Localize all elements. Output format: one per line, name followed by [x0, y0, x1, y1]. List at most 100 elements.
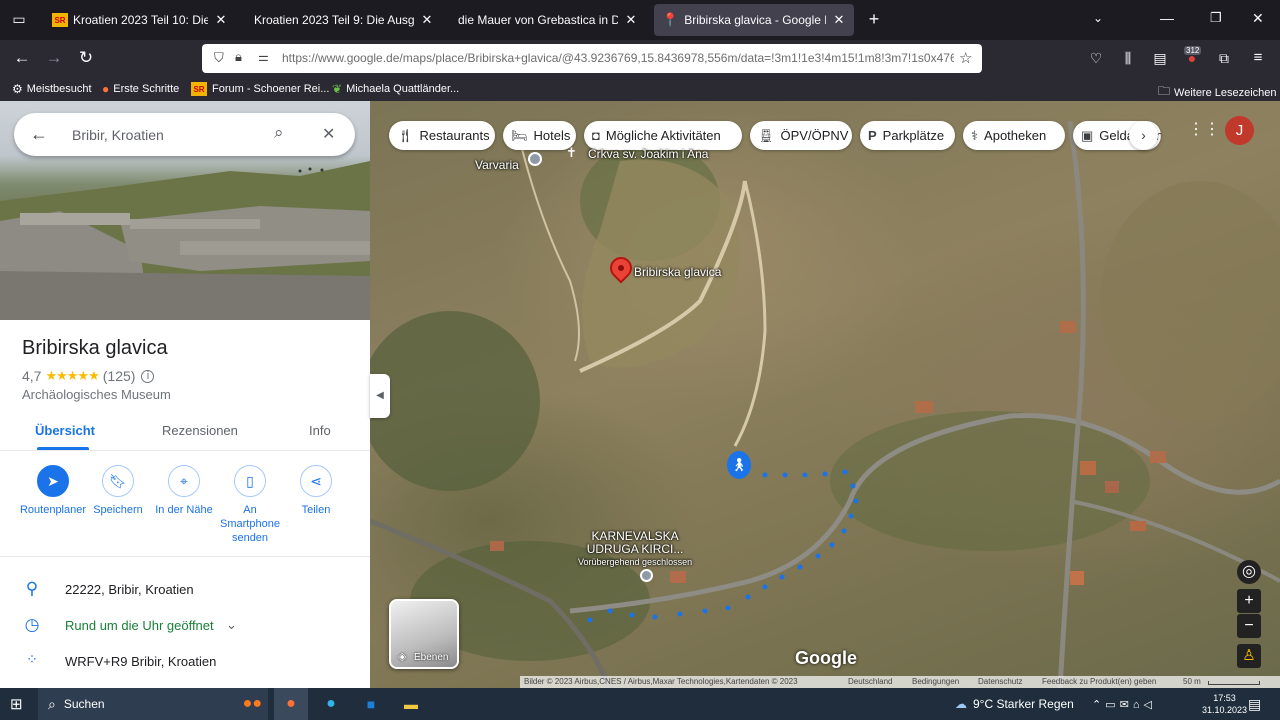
reload-button[interactable]: ↻	[76, 48, 96, 68]
address-row[interactable]: ⚲ 22222, Bribir, Kroatien	[0, 575, 370, 605]
permissions-icon[interactable]: ⚌	[258, 50, 269, 64]
taskbar-file-explorer[interactable]: ▬	[394, 688, 428, 720]
place-title: Bribirska glavica	[22, 337, 168, 359]
tab-mauer-grebastica[interactable]: die Mauer von Grebastica in Dalmati ✕	[450, 4, 646, 36]
halloween-pumpkin-icon: ●●	[242, 695, 262, 712]
info-icon[interactable]: i	[141, 369, 155, 383]
chip-activities[interactable]: ◘ Mögliche Aktivitäten	[584, 121, 742, 150]
minimize-window-button[interactable]: —	[1160, 10, 1176, 26]
forward-button[interactable]: →	[44, 48, 64, 68]
close-tab-icon[interactable]: ✕	[214, 12, 228, 28]
firefox-icon: ●	[102, 82, 110, 96]
close-window-button[interactable]: ✕	[1252, 10, 1268, 27]
app-menu-icon[interactable]: ≡	[1248, 48, 1268, 68]
review-count[interactable]: (125)	[103, 368, 136, 384]
bookmark-erste-schritte[interactable]: ● Erste Schritte	[102, 82, 179, 96]
sidebar-icon[interactable]: ▤	[1150, 48, 1170, 68]
nearby-button[interactable]: ⌖ In der Nähe	[148, 465, 220, 517]
tab-kroatien-teil-10[interactable]: SR Kroatien 2023 Teil 10: Die Ausgr ✕	[44, 4, 236, 36]
new-tab-button[interactable]: +	[864, 9, 884, 29]
tab-overview[interactable]: Übersicht	[35, 423, 95, 438]
street-view-pegman-icon[interactable]: ♙	[1237, 644, 1261, 668]
tab-list-icon[interactable]: ▭	[10, 11, 28, 29]
pocket-icon[interactable]: ♡	[1086, 48, 1106, 68]
zoom-out-button[interactable]: −	[1237, 614, 1261, 638]
pharmacy-icon: ⚕	[971, 127, 979, 143]
bookmark-forum[interactable]: SR Forum - Schoener Rei...	[191, 82, 329, 96]
chip-parking[interactable]: P Parkplätze	[860, 121, 955, 150]
map-imagery	[370, 120, 1280, 688]
bed-icon: 🛏︎	[511, 127, 528, 143]
rating-row[interactable]: 4,7 ★★★★★ (125) i	[22, 368, 155, 384]
bookmark-other[interactable]: 🗀 Weitere Lesezeichen	[1158, 82, 1277, 103]
nearby-icon: ⌖	[168, 465, 200, 497]
windows-start-button[interactable]: ⊞	[10, 688, 30, 720]
my-location-button[interactable]: ◎	[1237, 560, 1261, 584]
restore-window-button[interactable]: ❐	[1210, 10, 1226, 26]
layers-button[interactable]: ◈ Ebenen	[389, 599, 459, 669]
back-button[interactable]: ←	[12, 48, 32, 68]
hours-row[interactable]: ◷ Rund um die Uhr geöffnet ⌄	[0, 611, 370, 641]
weather-widget[interactable]: ☁ 9°C Starker Regen	[955, 688, 1074, 720]
lock-icon[interactable]: 🔒︎	[235, 49, 242, 65]
plus-code-row[interactable]: ⁘ WRFV+R9 Bribir, Kroatien	[0, 647, 370, 677]
search-box[interactable]: ← Bribir, Kroatien ⌕ ✕	[14, 113, 355, 156]
taskbar-outlook[interactable]: ■	[354, 688, 388, 720]
chip-transit[interactable]: 🚆︎ ÖPV/ÖPNV	[750, 121, 852, 150]
bookmark-star-icon[interactable]: ☆	[959, 49, 972, 67]
chip-pharmacies[interactable]: ⚕ Apotheken	[963, 121, 1065, 150]
chevron-down-icon[interactable]: ⌄	[226, 617, 237, 633]
share-button[interactable]: ⋖ Teilen	[280, 465, 352, 517]
clear-search-icon[interactable]: ✕	[322, 124, 335, 144]
url-text[interactable]: https://www.google.de/maps/place/Bribirs…	[282, 51, 954, 65]
parking-icon: P	[868, 128, 877, 143]
place-category[interactable]: Archäologisches Museum	[22, 387, 171, 402]
chips-scroll-right-button[interactable]: ›	[1129, 121, 1158, 150]
map-label-church[interactable]: Crkva sv. Joakim i Ana	[588, 147, 708, 161]
address-bar[interactable]: ⛉ 🔒︎ ⚌ https://www.google.de/maps/place/…	[202, 44, 982, 73]
extensions-puzzle-icon[interactable]: ⧉	[1214, 48, 1234, 68]
notification-center-icon[interactable]: ▤	[1248, 688, 1261, 720]
taskbar-search[interactable]: ⌕ Suchen ●●	[38, 688, 268, 720]
map-label-karneval[interactable]: KARNEVALSKA UDRUGA KIRCI... Vorübergehen…	[578, 530, 692, 569]
tab-overflow-chevron-icon[interactable]: ⌄	[1093, 11, 1109, 25]
back-arrow-icon[interactable]: ←	[30, 124, 48, 145]
varvaria-pin-icon[interactable]	[528, 152, 542, 166]
tracking-protection-icon[interactable]: ⛉	[214, 50, 224, 66]
divider	[0, 450, 370, 451]
collapse-panel-button[interactable]: ◀	[370, 374, 390, 418]
bookmark-michaela[interactable]: ❦ Michaela Quattländer...	[332, 82, 459, 96]
taskbar-edge[interactable]: ●	[314, 688, 348, 720]
zoom-in-button[interactable]: +	[1237, 589, 1261, 613]
scale-label[interactable]: 50 m	[1183, 677, 1201, 686]
clock[interactable]: 17:53 31.10.2023	[1202, 688, 1247, 720]
system-tray-icons[interactable]: ⌃▭✉⌂◁	[1092, 688, 1156, 720]
location-pin-icon: ⚲	[25, 579, 39, 598]
close-tab-icon[interactable]: ✕	[832, 12, 846, 28]
send-to-phone-button[interactable]: ▯ An Smartphone senden	[214, 465, 286, 545]
directions-button[interactable]: ➤ Routenplaner	[17, 465, 89, 517]
save-button[interactable]: 🔖︎ Speichern	[82, 465, 154, 517]
tab-kroatien-teil-9[interactable]: Kroatien 2023 Teil 9: Die Ausgrabun ✕	[246, 4, 442, 36]
tab-reviews[interactable]: Rezensionen	[162, 423, 238, 438]
satellite-map[interactable]	[370, 101, 1280, 688]
close-tab-icon[interactable]: ✕	[624, 12, 638, 28]
tab-info[interactable]: Info	[309, 423, 331, 438]
search-input[interactable]: Bribir, Kroatien	[72, 127, 164, 143]
bookmark-meistbesucht[interactable]: ⚙ Meistbesucht	[12, 82, 92, 96]
search-icon[interactable]: ⌕	[274, 123, 284, 143]
apps-grid-icon[interactable]: ⋮⋮	[1188, 119, 1220, 141]
map-label-place[interactable]: Bribirska glavica	[634, 265, 721, 279]
church-icon[interactable]: ✝	[566, 145, 577, 161]
map-label-varvaria[interactable]: Varvaria	[475, 158, 519, 172]
account-avatar[interactable]: J	[1225, 116, 1254, 145]
chip-restaurants[interactable]: 🍴︎ Restaurants	[389, 121, 495, 150]
gear-icon: ⚙	[12, 82, 23, 96]
karneval-pin-icon[interactable]	[640, 569, 653, 582]
walking-person-marker-icon[interactable]: 🚶︎	[727, 451, 751, 479]
taskbar-firefox[interactable]: ●	[274, 688, 308, 720]
close-tab-icon[interactable]: ✕	[420, 12, 434, 28]
rating-stars-icon: ★★★★★	[45, 368, 99, 383]
tab-google-maps[interactable]: 📍 Bribirska glavica - Google Maps ✕	[654, 4, 854, 36]
library-icon[interactable]: ⫼	[1118, 48, 1138, 68]
